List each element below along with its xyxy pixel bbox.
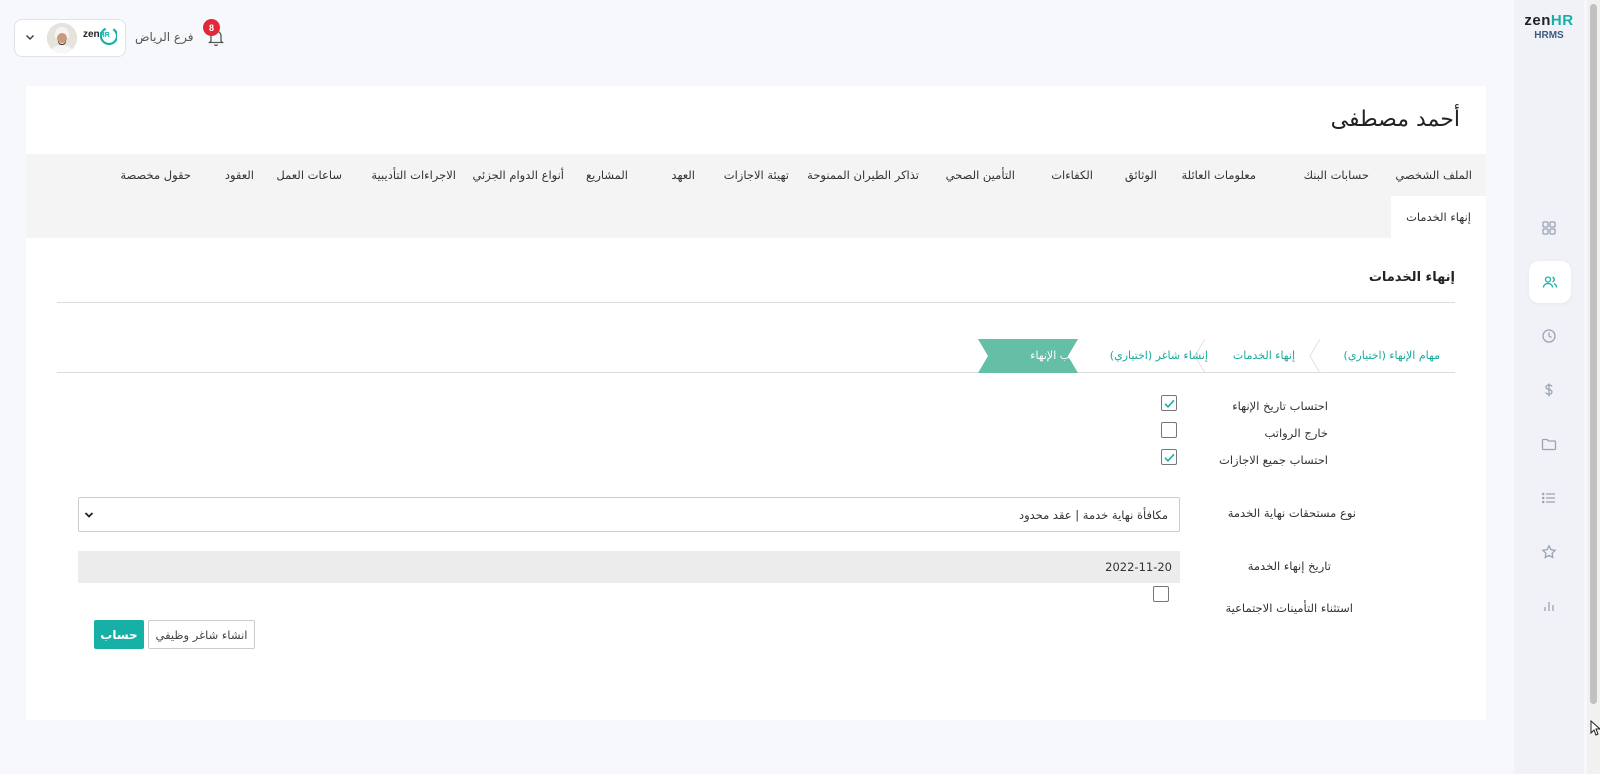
profile-tabs: الملف الشخصي حسابات البنك معلومات العائل…: [26, 154, 1486, 238]
eos-type-select[interactable]: مكافأة نهاية خدمة | عقد محدود: [78, 497, 1180, 532]
chevron-down-icon: [25, 34, 35, 41]
dashboard-grid-icon[interactable]: [1530, 209, 1568, 247]
termination-date-value: 2022-11-20: [1105, 560, 1172, 574]
clock-icon[interactable]: [1530, 317, 1568, 355]
eos-type-value: مكافأة نهاية خدمة | عقد محدود: [1018, 508, 1168, 522]
tab-bank-accounts[interactable]: حسابات البنك: [1304, 154, 1369, 196]
branch-name[interactable]: فرع الرياض: [135, 30, 193, 44]
star-icon[interactable]: [1530, 533, 1568, 571]
sidebar: zenHR HRMS: [1514, 0, 1584, 774]
tab-documents[interactable]: الوثائق: [1125, 154, 1157, 196]
calculate-button[interactable]: حساب: [94, 620, 144, 649]
scrollbar[interactable]: [1587, 0, 1600, 774]
divider: [57, 302, 1455, 303]
tab-end-of-service[interactable]: إنهاء الخدمات: [1391, 196, 1486, 238]
bar-chart-icon[interactable]: [1530, 587, 1568, 625]
create-vacancy-button[interactable]: انشاء شاغر وظيفي: [148, 620, 255, 649]
tab-leave-setup[interactable]: تهيئة الاجازات: [724, 154, 789, 196]
user-menu-dropdown[interactable]: zenHR: [14, 19, 126, 57]
tab-custom-fields[interactable]: حقول مخصصة: [120, 154, 191, 196]
tab-family-info[interactable]: معلومات العائلة: [1181, 154, 1256, 196]
checkbox-calc-termination-date[interactable]: [1161, 395, 1177, 411]
dollar-icon[interactable]: [1530, 371, 1568, 409]
company-logo: zenHR: [83, 26, 117, 46]
checkbox-label: خارج الرواتب: [1264, 426, 1328, 440]
avatar: [47, 23, 77, 53]
step-create-vacancy[interactable]: إنشاء شاغر (اختياري): [1110, 339, 1208, 373]
checkbox-label: استثناء التأمينات الاجتماعية: [1225, 601, 1353, 615]
tab-part-time-types[interactable]: أنواع الدوام الجزئي: [472, 154, 564, 196]
app-logo[interactable]: zenHR HRMS: [1514, 12, 1584, 41]
checkbox-calc-all-leaves[interactable]: [1161, 449, 1177, 465]
termination-date-field: 2022-11-20: [78, 551, 1180, 583]
section-title: إنهاء الخدمات: [1368, 270, 1455, 285]
notification-badge: 8: [203, 19, 220, 36]
step-end-of-services[interactable]: إنهاء الخدمات: [1233, 339, 1295, 373]
tab-health-insurance[interactable]: التأمين الصحي: [946, 154, 1015, 196]
tab-contracts[interactable]: العقود: [225, 154, 254, 196]
folder-icon[interactable]: [1530, 425, 1568, 463]
step-termination-tasks[interactable]: مهام الإنهاء (اختياري): [1344, 339, 1440, 373]
eos-type-label: نوع مستحقات نهاية الخدمة: [1227, 506, 1356, 520]
tab-custody[interactable]: العهد: [671, 154, 695, 196]
termination-date-label: تاريخ إنهاء الخدمة: [1247, 559, 1331, 573]
list-icon[interactable]: [1530, 479, 1568, 517]
tab-working-hours[interactable]: ساعات العمل: [276, 154, 342, 196]
mouse-cursor: [1590, 719, 1600, 740]
step-termination-salary[interactable]: راتب الإنهاء: [1030, 339, 1082, 373]
employee-name: أحمد مصطفى: [1330, 107, 1460, 132]
scrollbar-thumb[interactable]: [1590, 4, 1597, 704]
checkbox-label: احتساب جميع الاجازات: [1219, 453, 1328, 467]
checkbox-label: احتساب تاريخ الإنهاء: [1232, 399, 1328, 413]
chevron-down-icon: [84, 512, 94, 518]
users-icon[interactable]: [1529, 261, 1571, 303]
checkbox-outside-payroll[interactable]: [1161, 422, 1177, 438]
tab-flight-tickets[interactable]: تذاكر الطيران الممنوحة: [807, 154, 919, 196]
tab-personal-profile[interactable]: الملف الشخصي: [1395, 154, 1472, 196]
checkbox-exclude-social-insurance[interactable]: [1153, 586, 1169, 602]
tab-competencies[interactable]: الكفاءات: [1051, 154, 1093, 196]
tab-projects[interactable]: المشاريع: [586, 154, 628, 196]
employee-card: أحمد مصطفى الملف الشخصي حسابات البنك معل…: [26, 86, 1486, 720]
tab-disciplinary-actions[interactable]: الاجراءات التأديبية: [371, 154, 456, 196]
wizard-steps: مهام الإنهاء (اختياري) إنهاء الخدمات إنش…: [57, 339, 1455, 373]
